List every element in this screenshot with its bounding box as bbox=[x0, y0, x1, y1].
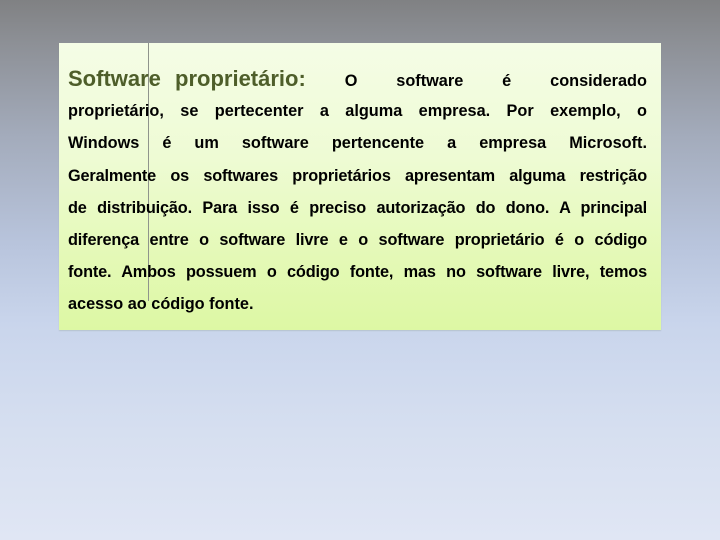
text-line: Geralmente os softwares proprietários ap… bbox=[68, 166, 647, 185]
first-line-word: software bbox=[396, 72, 464, 90]
text-line: diferença entre o software livre e o sof… bbox=[68, 231, 647, 249]
first-line-word: é bbox=[502, 72, 512, 90]
text-line: proprietário, se pertecenter a alguma em… bbox=[68, 102, 647, 121]
first-line: Software proprietário: O software é cons… bbox=[68, 63, 647, 95]
text-line: de distribuição. Para isso é preciso aut… bbox=[68, 198, 647, 217]
slide-title: Software proprietário: bbox=[68, 66, 306, 91]
body-paragraph: Software proprietário: O software é cons… bbox=[68, 63, 647, 321]
first-line-word: O bbox=[344, 72, 358, 90]
text-line: Windows é um software pertencente a empr… bbox=[68, 134, 647, 153]
text-line: fonte. Ambos possuem o código fonte, mas… bbox=[68, 263, 647, 282]
text-box: Software proprietário: O software é cons… bbox=[59, 43, 661, 330]
slide: Software proprietário: O software é cons… bbox=[0, 0, 720, 540]
text-line: acesso ao código fonte. bbox=[68, 295, 254, 314]
first-line-word: considerado bbox=[550, 72, 647, 90]
